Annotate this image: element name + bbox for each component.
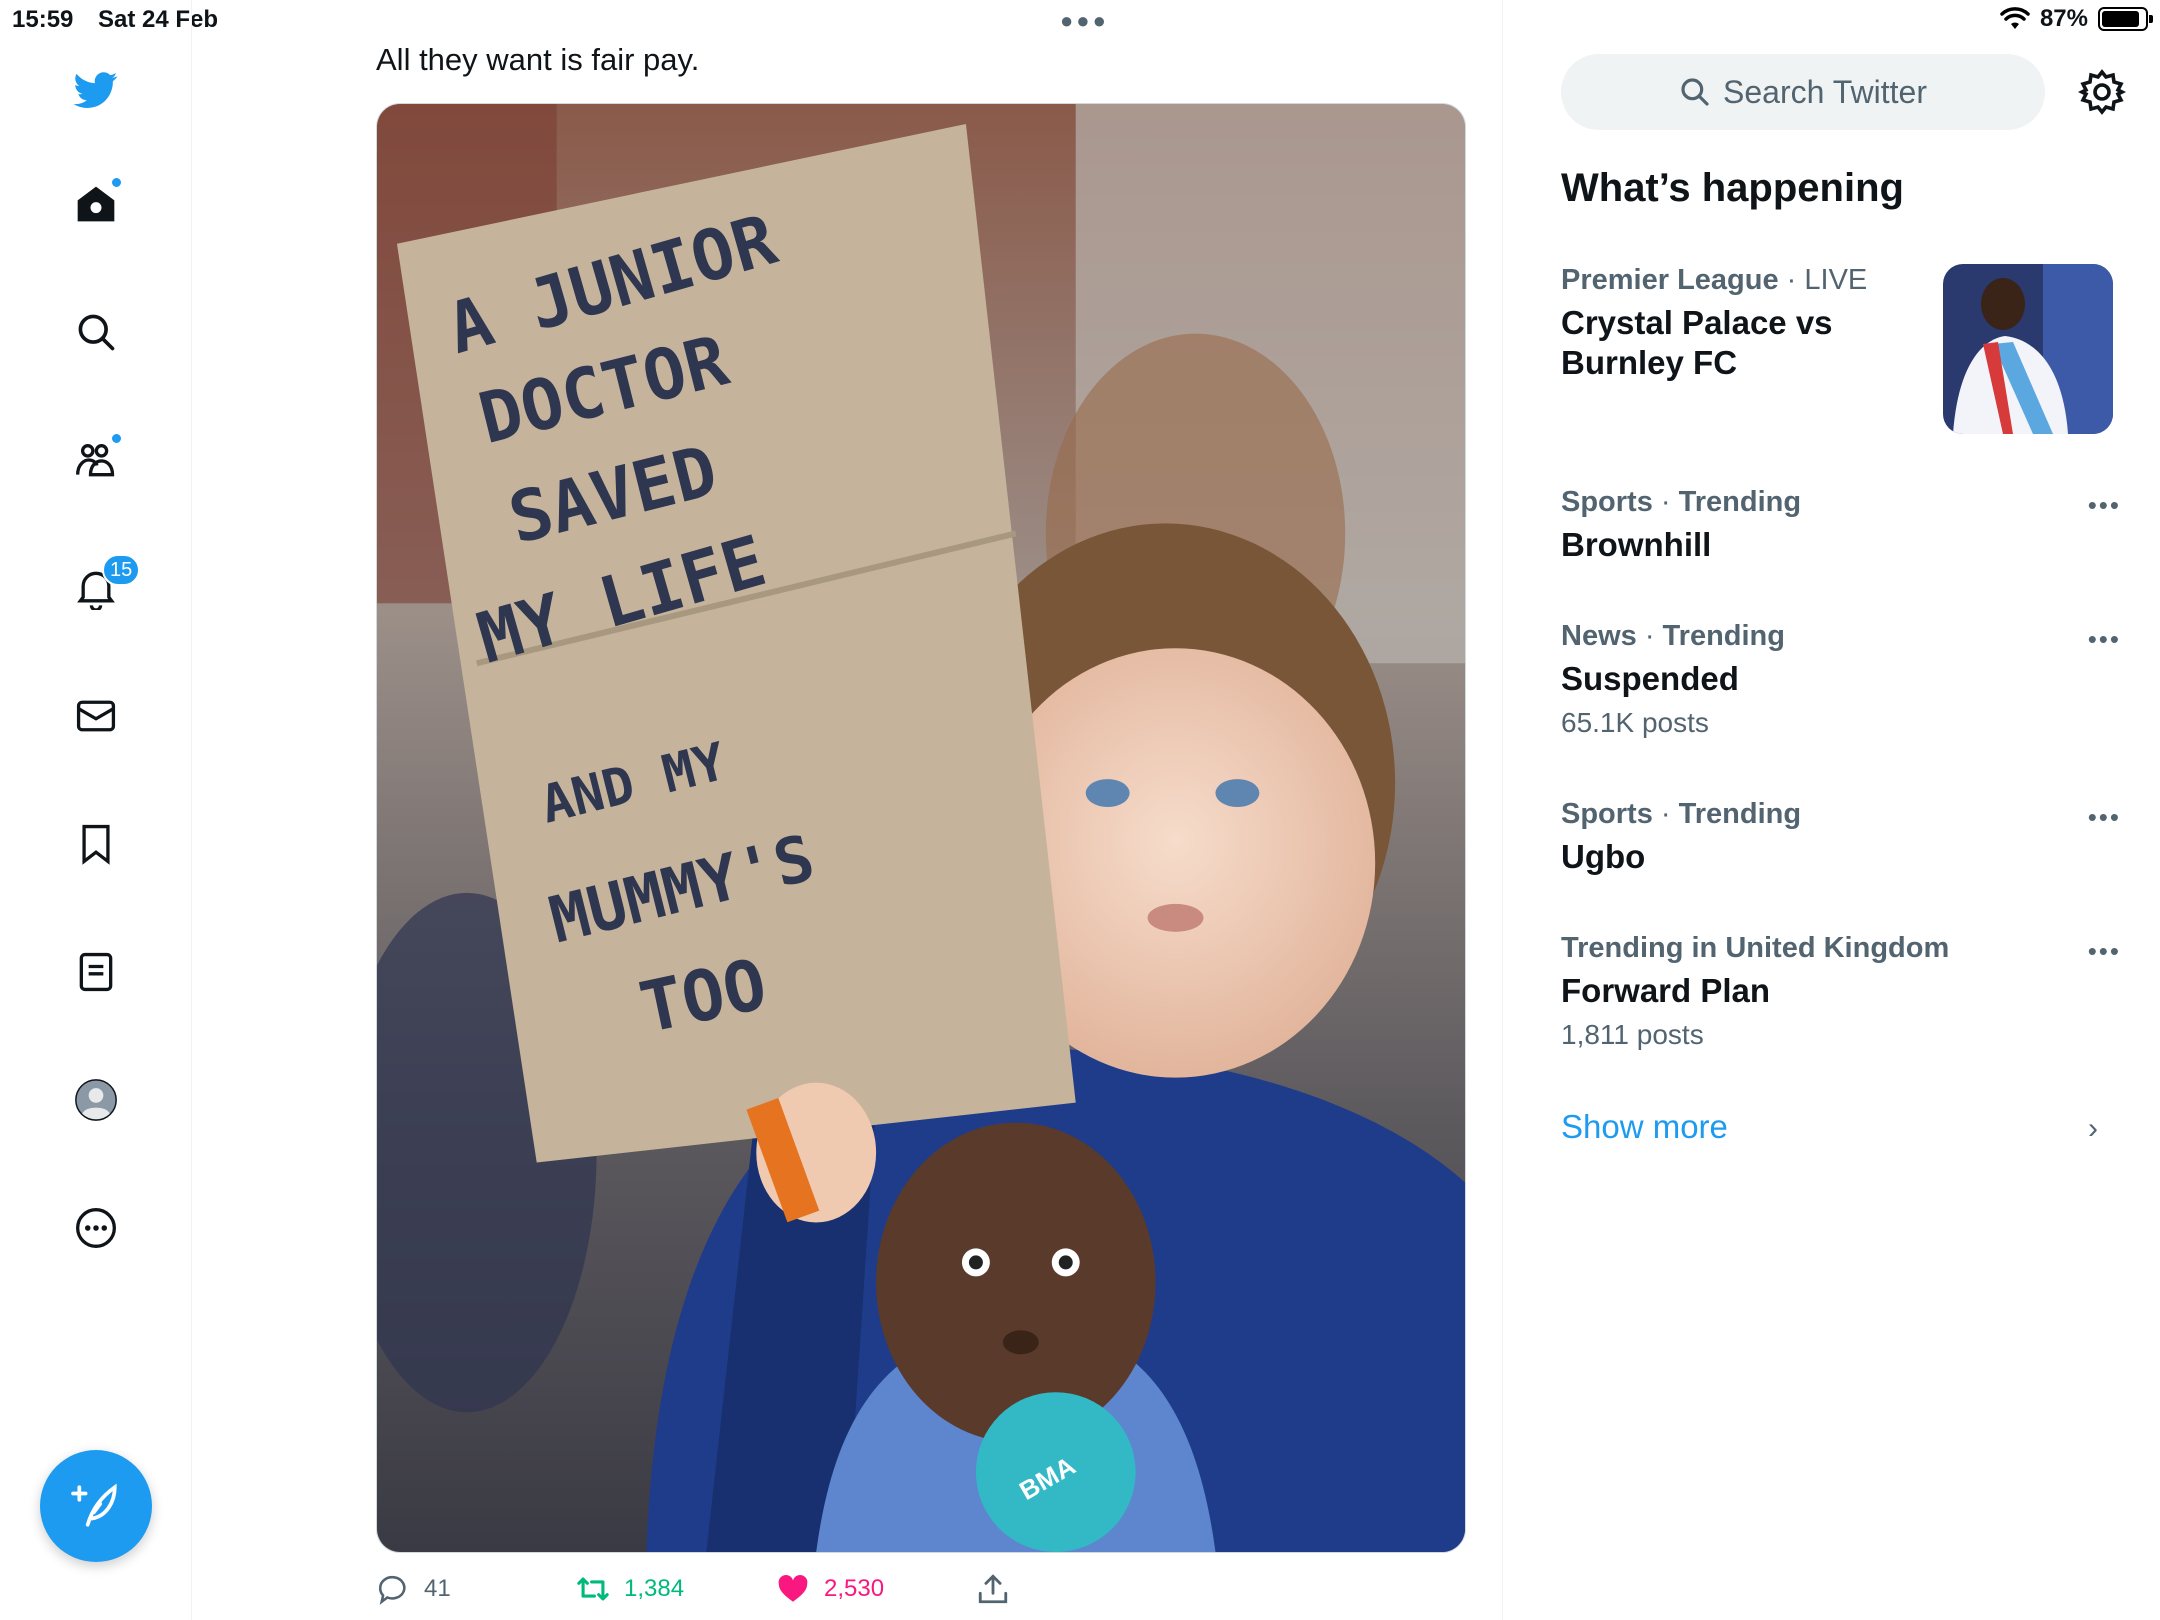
trend-context: Trending [1678,798,1802,830]
profile-avatar-icon[interactable] [66,1070,126,1130]
trend-category: Sports [1561,486,1653,518]
retweet-count: 1,384 [624,1575,685,1602]
search-icon [1681,78,1709,106]
explore-search-icon[interactable] [66,302,126,362]
trend-title: Brownhill [1561,526,1712,563]
trend-more-icon[interactable]: ••• [2088,624,2121,655]
trend-item[interactable]: Trending in United Kingdom Forward Plan … [1561,932,2121,1051]
messages-icon[interactable] [66,686,126,746]
protest-photo: A JUNIOR DOCTOR SAVED MY LIFE AND MY MUM… [377,104,1465,1552]
like-button[interactable]: 2,530 [776,1572,884,1606]
battery-icon [2098,7,2153,31]
trend-item[interactable]: Premier League · LIVE Crystal Palace vs … [1561,264,1921,383]
trend-item[interactable]: Sports · Trending Ugbo ••• [1561,798,2121,877]
home-icon[interactable] [66,174,126,234]
reply-button[interactable]: 41 [376,1572,451,1606]
bookmarks-icon[interactable] [66,814,126,874]
notifications-bell-icon[interactable]: 15 [66,554,141,618]
trend-category: Sports [1561,798,1653,830]
compose-tweet-button[interactable] [40,1450,152,1562]
heart-filled-icon [778,1574,808,1602]
retweet-button[interactable]: 1,384 [576,1572,684,1606]
trend-context: LIVE [1804,264,1868,296]
retweet-icon [577,1577,609,1601]
status-right: 87% [2000,5,2153,33]
trend-category: Trending in United Kingdom [1561,932,1950,964]
trend-item[interactable]: Sports · Trending Brownhill ••• [1561,486,2121,565]
tweet-actions: 41 1,384 2,530 [376,1572,1466,1612]
lists-icon[interactable] [66,942,126,1002]
communities-new-dot [110,432,123,445]
more-icon[interactable] [66,1198,126,1258]
search-placeholder: Search Twitter [1723,73,1927,110]
settings-gear-icon[interactable] [2077,68,2127,116]
share-upload-icon [978,1574,1008,1604]
tweet-text: All they want is fair pay. [376,42,700,77]
battery-percent: 87% [2039,5,2088,32]
notifications-badge: 15 [102,554,141,586]
whats-happening-title: What’s happening [1561,166,1904,210]
reply-icon [378,1575,406,1605]
trend-more-icon[interactable]: ••• [2088,802,2121,833]
trend-category: Premier League [1561,264,1779,296]
share-button[interactable] [976,1572,1010,1606]
show-more-link[interactable]: Show more [1561,1108,1728,1146]
like-count: 2,530 [824,1575,885,1602]
trend-title: Crystal Palace vs Burnley FC [1561,304,1833,381]
trend-context: Trending [1662,620,1785,652]
trend-post-count: 1,811 posts [1561,1019,1704,1050]
compose-tweet-icon [71,1483,117,1527]
home-new-dot [110,176,123,189]
chevron-right-icon: › [2088,1112,2098,1145]
reply-count: 41 [424,1575,451,1602]
twitter-bird-icon[interactable] [66,60,126,120]
search-input[interactable]: Search Twitter [1561,54,2045,130]
trend-title: Forward Plan [1561,972,1771,1009]
trend-context: Trending [1678,486,1802,518]
trend-title: Ugbo [1561,838,1646,875]
trend-more-icon[interactable]: ••• [2088,490,2121,521]
trend-item[interactable]: News · Trending Suspended 65.1K posts ••… [1561,620,2121,739]
tweet-photo[interactable]: A JUNIOR DOCTOR SAVED MY LIFE AND MY MUM… [376,103,1466,1553]
trend-post-count: 65.1K posts [1561,707,1709,738]
trend-more-icon[interactable]: ••• [2088,936,2121,967]
trend-category: News [1561,620,1637,652]
tweet-detail: All they want is fair pay. A JUNIOR DOCT… [193,0,1503,1620]
trend-thumbnail[interactable] [1943,264,2113,434]
wifi-icon [2000,7,2030,29]
trend-title: Suspended [1561,660,1739,697]
communities-icon[interactable] [66,430,126,490]
left-navigation: 15 [0,0,192,1620]
